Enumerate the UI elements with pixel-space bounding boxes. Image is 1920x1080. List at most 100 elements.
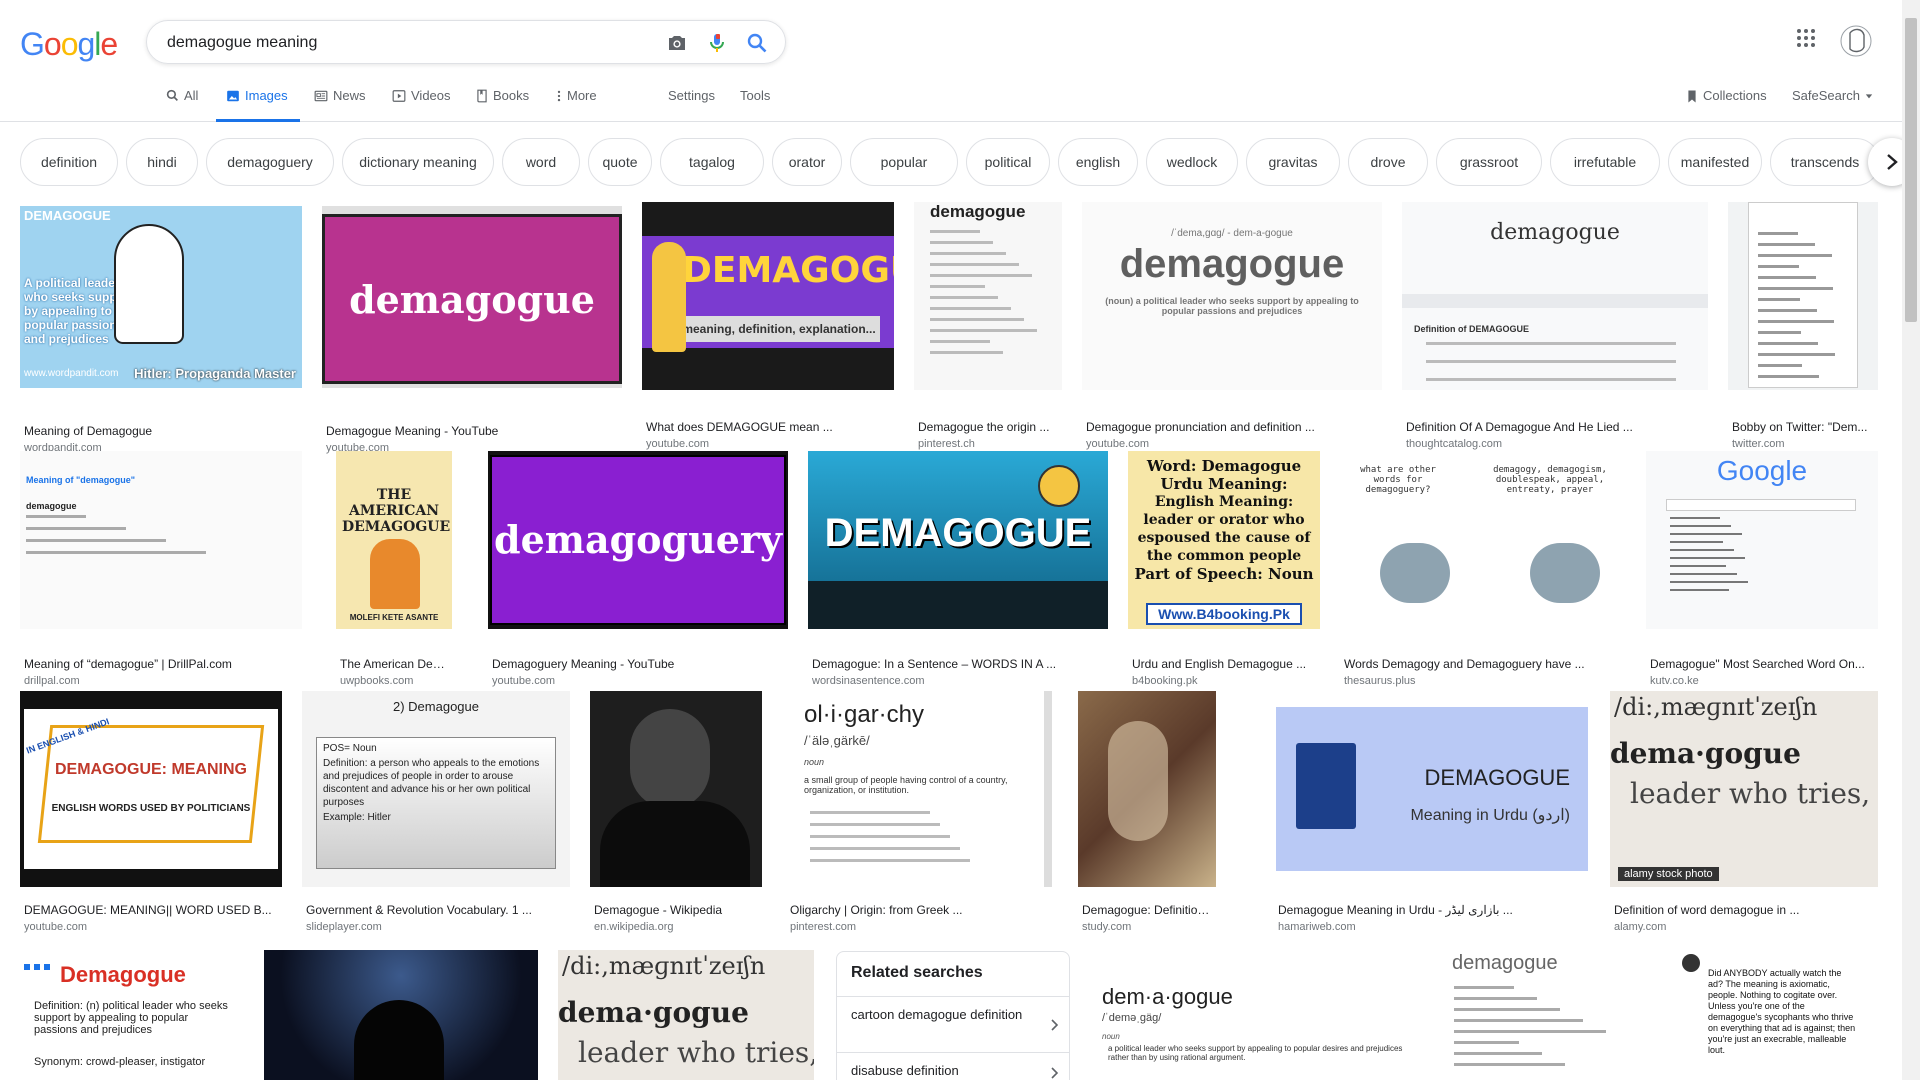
result-caption[interactable]: Demagogue - Wikipedia [594,903,762,917]
image-result-tile[interactable]: Google Demagogue" Most Searched Word On..… [1646,451,1878,693]
page-scrollbar[interactable] [1902,0,1920,1080]
search-input[interactable] [167,31,647,55]
result-caption[interactable]: Urdu and English Demagogue ... [1132,657,1320,671]
image-result-tile[interactable]: demagogue Demagogue the origin ... pintere… [914,202,1062,456]
result-thumbnail[interactable]: DEMAGOGUE meaning, definition, explanatio… [642,202,894,390]
tab-news[interactable]: News [314,88,366,122]
tab-images[interactable]: Images [216,88,300,122]
result-thumbnail[interactable] [1078,691,1216,887]
result-caption[interactable]: Demagogue pronunciation and definition .… [1086,420,1382,434]
result-caption[interactable]: The American Demag... [340,657,452,671]
camera-icon[interactable] [665,31,689,55]
result-thumbnail[interactable]: Word: Demagogue Urdu Meaning: English Mean… [1128,451,1320,629]
result-caption[interactable]: DEMAGOGUE: MEANING|| WORD USED B... [24,903,282,917]
result-thumbnail[interactable] [264,950,538,1080]
google-logo[interactable]: Google [20,26,118,63]
collections-link[interactable]: Collections [1686,88,1767,122]
result-caption[interactable]: Oligarchy | Origin: from Greek ... [790,903,1056,917]
image-result-tile[interactable]: DEMAGOGUE: MEANING ENGLISH WORDS USED BY … [20,691,282,939]
image-result-tile[interactable]: Did ANYBODY actually watch the ad? The m… [1674,950,1878,1080]
image-result-tile[interactable]: /di:,mæɡnɪtˈzeɪʃn dema·gogue leader who tr… [558,950,814,1080]
image-result-tile[interactable] [264,950,538,1080]
result-thumbnail[interactable]: DEMAGOGUE A political leader who seeks su… [20,206,302,388]
image-result-tile[interactable]: DEMAGOGUE Meaning in Urdu (اردو) Demagogue… [1274,691,1590,939]
image-result-tile[interactable]: what are other words for demagoguery? dem… [1340,451,1626,693]
filter-chip[interactable]: dictionary meaning [342,138,494,186]
filter-chip[interactable]: wedlock [1146,138,1238,186]
image-result-tile[interactable]: ol·i·gar·chy/ˈäləˌgärkē/noun a small grou… [786,691,1056,939]
result-thumbnail[interactable]: dem·a·gogue/ˈdeməˌgäg/noun a political le… [1090,950,1420,1080]
image-result-tile[interactable]: /di:,mæɡnɪtˈzeɪʃn dema·gogue leader who tr… [1610,691,1878,939]
image-result-tile[interactable]: DEMAGOGUE A political leader who seeks su… [20,206,302,460]
image-result-tile[interactable]: demagogue Demagogue Meaning - YouTube yout… [322,206,622,460]
result-thumbnail[interactable]: Meaning of "demagogue" demagogue [20,451,302,629]
result-caption[interactable]: Government & Revolution Vocabulary. 1 ..… [306,903,570,917]
image-result-tile[interactable]: dem·a·gogue/ˈdeməˌgäg/noun a political le… [1090,950,1420,1080]
image-result-tile[interactable]: Demagogue Definition: (n) political leade… [20,950,246,1080]
result-thumbnail[interactable]: what are other words for demagoguery? dem… [1340,451,1626,629]
filter-chip[interactable]: tagalog [660,138,764,186]
image-result-tile[interactable]: DEMAGOGUE meaning, definition, explanatio… [642,202,894,456]
filter-chip[interactable]: demagoguery [206,138,334,186]
result-thumbnail[interactable]: DEMAGOGUE: MEANING ENGLISH WORDS USED BY … [20,691,282,887]
result-thumbnail[interactable]: 2) Demagogue POS= Noun Definition: a perso… [302,691,570,887]
image-result-tile[interactable]: Bobby on Twitter: "Dem... twitter.com [1728,202,1878,456]
result-caption[interactable]: Demagoguery Meaning - YouTube [492,657,788,671]
microphone-icon[interactable] [705,31,729,55]
result-caption[interactable]: Demagogue: Definition & O... [1082,903,1216,917]
tools-link[interactable]: Tools [740,88,770,122]
result-thumbnail[interactable]: demagogue [322,206,622,388]
result-thumbnail[interactable]: THE AMERICAN DEMAGOGUE MOLEFI KETE ASANTE [336,451,452,629]
result-caption[interactable]: Definition Of A Demagogue And He Lied ..… [1406,420,1708,434]
image-result-tile[interactable]: Meaning of "demagogue" demagogue Meaning o… [20,451,302,693]
scrollbar-thumb[interactable] [1905,18,1917,322]
image-result-tile[interactable]: Demagogue - Wikipedia en.wikipedia.org [590,691,762,939]
tab-books[interactable]: Books [476,88,529,122]
result-caption[interactable]: Demagogue: In a Sentence – WORDS IN A ..… [812,657,1108,671]
result-thumbnail[interactable] [1728,202,1878,390]
result-thumbnail[interactable]: demagogue [1440,950,1654,1080]
tab-all[interactable]: All [166,88,206,122]
settings-link[interactable]: Settings [668,88,715,122]
result-caption[interactable]: Demagogue the origin ... [918,420,1062,434]
result-caption[interactable]: Definition of word demagogue in ... [1614,903,1878,917]
result-caption[interactable]: What does DEMAGOGUE mean ... [646,420,894,434]
search-icon[interactable] [745,31,769,55]
account-avatar[interactable] [1840,24,1872,63]
filter-chip[interactable]: drove [1348,138,1428,186]
filter-chip[interactable]: hindi [126,138,198,186]
result-caption[interactable]: Demagogue" Most Searched Word On... [1650,657,1878,671]
image-result-tile[interactable]: Demagogue: Definition & O... study.com [1078,691,1216,939]
result-thumbnail[interactable]: /di:,mæɡnɪtˈzeɪʃn dema·gogue leader who tr… [1610,691,1878,887]
result-thumbnail[interactable]: demagoguery [488,451,788,629]
image-result-tile[interactable]: /ˈdema,gɑg/ - dem-a-gogue demagogue (noun)… [1082,202,1382,456]
result-thumbnail[interactable]: demagogue [914,202,1062,390]
image-result-tile[interactable]: demagogue Definition of DEMAGOGUE Definiti… [1402,202,1708,456]
search-box[interactable] [146,20,786,64]
safesearch-toggle[interactable]: SafeSearch [1792,88,1873,122]
result-thumbnail[interactable] [590,691,762,887]
tab-videos[interactable]: Videos [392,88,451,122]
filter-chip[interactable]: definition [20,138,118,186]
filter-chip[interactable]: popular [850,138,958,186]
filter-chip[interactable]: irrefutable [1550,138,1660,186]
apps-grid-icon[interactable] [1794,26,1818,55]
result-caption[interactable]: Meaning of “demagogue” | DrillPal.com [24,657,302,671]
image-result-tile[interactable]: demagogue [1440,950,1654,1080]
result-thumbnail[interactable]: /di:,mæɡnɪtˈzeɪʃn dema·gogue leader who tr… [558,950,814,1080]
result-thumbnail[interactable]: Google [1646,451,1878,629]
result-thumbnail[interactable]: demagogue Definition of DEMAGOGUE [1402,202,1708,390]
result-caption[interactable]: Bobby on Twitter: "Dem... [1732,420,1878,434]
result-thumbnail[interactable]: /ˈdema,gɑg/ - dem-a-gogue demagogue (noun)… [1082,202,1382,390]
filter-chip[interactable]: manifested [1668,138,1762,186]
result-caption[interactable]: Demagogue Meaning in Urdu - بازاری لیڈر … [1278,903,1590,917]
image-result-tile[interactable]: 2) Demagogue POS= Noun Definition: a perso… [302,691,570,939]
filter-chip[interactable]: grassroot [1436,138,1542,186]
result-thumbnail[interactable]: Did ANYBODY actually watch the ad? The m… [1674,950,1878,1080]
filter-chip[interactable]: political [966,138,1050,186]
result-thumbnail[interactable]: ol·i·gar·chy/ˈäləˌgärkē/noun a small grou… [786,691,1056,887]
filter-chip[interactable]: word [502,138,580,186]
filter-chip[interactable]: gravitas [1246,138,1340,186]
filter-chip[interactable]: quote [588,138,652,186]
image-result-tile[interactable]: Word: Demagogue Urdu Meaning: English Mean… [1128,451,1320,693]
